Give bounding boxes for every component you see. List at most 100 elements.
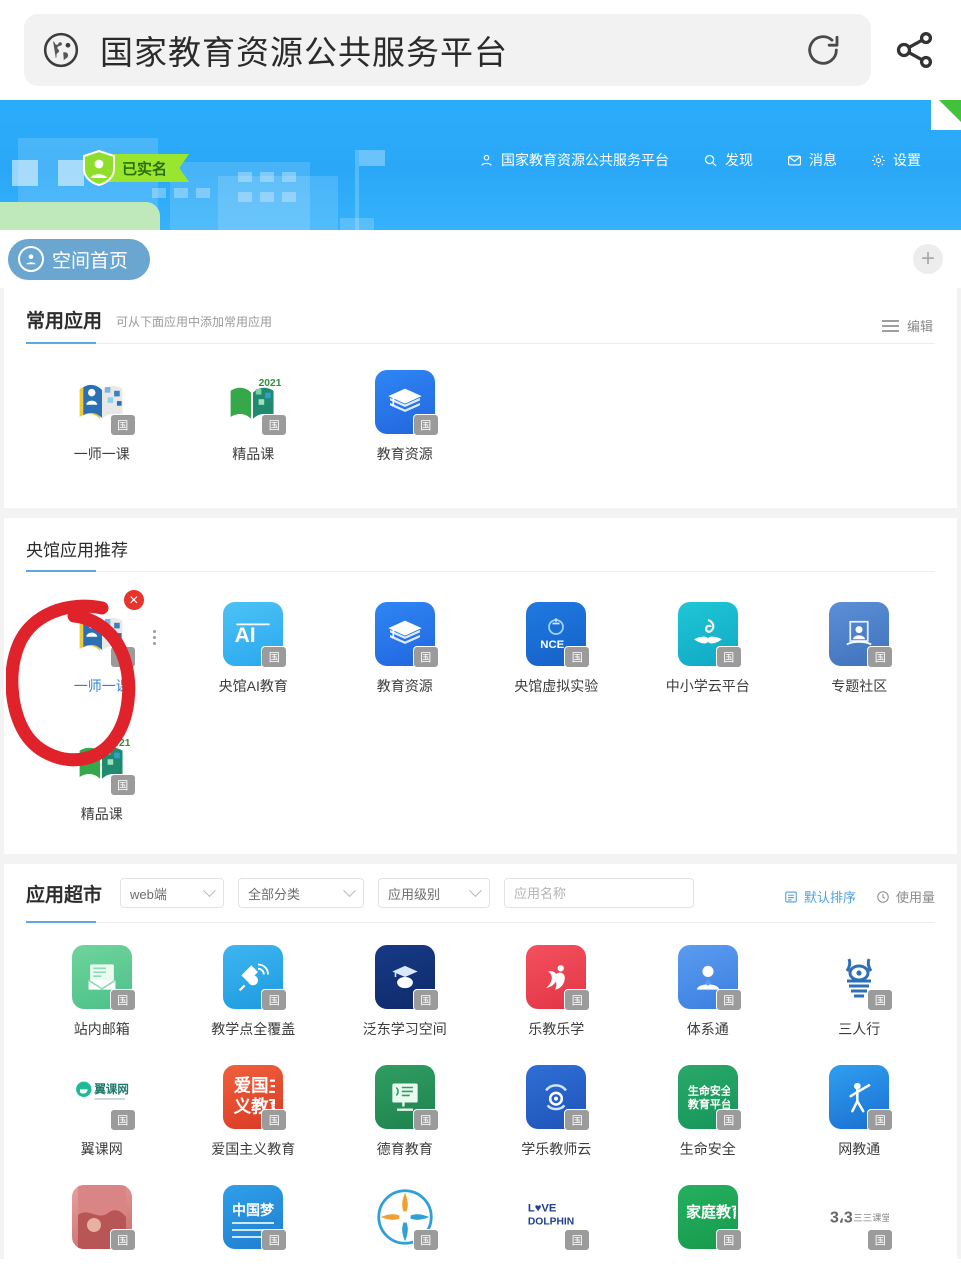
common-apps-title: 常用应用: [26, 311, 103, 332]
national-badge: 国: [867, 989, 894, 1011]
national-badge: 国: [261, 1229, 288, 1251]
app-tile-label: 三人行: [838, 1021, 881, 1037]
app-tile-label: 学乐教师云: [521, 1141, 592, 1157]
national-badge: 国: [564, 646, 591, 668]
app-market-title: 应用超市: [26, 884, 103, 906]
national-badge: 国: [412, 1109, 439, 1131]
app-tile[interactable]: 国: [329, 1185, 481, 1259]
search-input[interactable]: [514, 885, 691, 901]
app-tile-label: 德育教育: [376, 1141, 433, 1157]
svg-text:中国梦: 中国梦: [232, 1202, 275, 1218]
share-icon[interactable]: [893, 28, 937, 72]
national-badge: 国: [715, 989, 742, 1011]
app-tile-label: 爱国主义教育: [211, 1141, 296, 1157]
app-market-grid-row: 国 中国梦 国 国 L♥VE DOLPHIN 国 家庭教 国 3،3 三三课堂 …: [4, 1159, 957, 1259]
svg-text:爱国主: 爱国主: [234, 1076, 275, 1096]
app-tile[interactable]: 中国梦 国: [178, 1185, 330, 1259]
app-tile[interactable]: NCE 国 央馆虚拟实验: [481, 602, 633, 696]
national-badge: 国: [261, 414, 288, 436]
app-tile[interactable]: 国 德育教育: [329, 1065, 481, 1159]
app-tile-label: 央馆AI教育: [218, 678, 288, 694]
nav-item-discover[interactable]: 发现: [703, 150, 753, 170]
edit-common-apps-button[interactable]: 编辑: [881, 316, 933, 335]
national-badge: 国: [412, 1229, 439, 1251]
list-icon: [881, 319, 899, 332]
nav-item-messages[interactable]: 消息: [787, 150, 837, 170]
select-level[interactable]: 应用级别: [378, 878, 491, 908]
verified-badge: 已实名: [82, 149, 190, 187]
tab-space-home[interactable]: 空间首页: [8, 238, 151, 280]
app-tile-label: 精品课: [80, 806, 123, 822]
app-search-box[interactable]: [504, 878, 695, 908]
corner-flag-icon: [931, 100, 961, 130]
app-tile[interactable]: 国 泛东学习空间: [329, 945, 481, 1039]
sort-controls: 默认排序 使用量: [784, 887, 935, 906]
app-tile-label: 教育资源: [376, 678, 433, 694]
app-more-menu-icon[interactable]: [152, 630, 156, 645]
chevron-down-icon: [469, 883, 482, 897]
nav-item-settings[interactable]: 设置: [871, 150, 921, 170]
app-tile[interactable]: 国 教育资源: [329, 370, 481, 464]
app-tile[interactable]: 国 三人行: [784, 945, 936, 1039]
add-tab-button[interactable]: +: [913, 244, 943, 274]
national-badge: 国: [109, 1109, 136, 1131]
message-icon: [788, 155, 801, 165]
national-badge: 国: [109, 1229, 136, 1251]
sort-usage-button[interactable]: 使用量: [876, 887, 935, 906]
app-tile[interactable]: 国 乐教乐学: [481, 945, 633, 1039]
app-tile[interactable]: 家庭教育 国: [632, 1185, 784, 1259]
svg-text:L♥VE: L♥VE: [528, 1202, 557, 1214]
nav-item-platform-label: 国家教育资源公共服务平台: [501, 152, 669, 168]
app-market-filter-bar: 应用超市 web端 全部分类 应用级别 应用名称 默认排序 使用量: [4, 864, 957, 908]
app-tile[interactable]: AI 国 央馆AI教育: [178, 602, 330, 696]
app-tile-label: 翼课网: [80, 1141, 123, 1157]
app-tile[interactable]: L♥VE DOLPHIN 国: [481, 1185, 633, 1259]
nav-item-messages-label: 消息: [809, 152, 837, 168]
app-tile[interactable]: 国 网教通: [784, 1065, 936, 1159]
app-tile[interactable]: 国 学乐教师云: [481, 1065, 633, 1159]
app-tile-label: 一师一课: [73, 446, 130, 462]
app-tile[interactable]: 国 中小学云平台: [632, 602, 784, 696]
app-market-grid-row: 翼课网 国 翼课网 爱国主义教育 国 爱国主义教育 国 德育教育 国: [4, 1039, 957, 1159]
app-tile[interactable]: 2021 国 精品课: [26, 730, 178, 824]
app-tile[interactable]: 国 教育资源: [329, 602, 481, 696]
app-tile-label: 教学点全覆盖: [211, 1021, 296, 1037]
app-tile[interactable]: 国 一师一课: [26, 370, 178, 464]
app-tile[interactable]: 国 教学点全覆盖: [178, 945, 330, 1039]
svg-text:2021: 2021: [107, 738, 129, 749]
national-badge: 国: [261, 989, 288, 1011]
nav-item-platform[interactable]: 国家教育资源公共服务平台: [479, 150, 669, 170]
app-tile[interactable]: 国: [26, 1185, 178, 1259]
app-tile[interactable]: 生命安全 教育平台 国 生命安全: [632, 1065, 784, 1159]
app-tile[interactable]: 国 专题社区: [784, 602, 936, 696]
app-tile[interactable]: 爱国主义教育 国 爱国主义教育: [178, 1065, 330, 1159]
app-tile[interactable]: 国 站内邮箱: [26, 945, 178, 1039]
list-sort-icon: [785, 891, 797, 902]
app-tile-label: 中小学云平台: [665, 678, 750, 694]
remove-app-button[interactable]: ×: [121, 588, 146, 612]
address-bar[interactable]: 国家教育资源公共服务平台: [24, 14, 871, 86]
app-tile[interactable]: 翼课网 国 翼课网: [26, 1065, 178, 1159]
app-tile[interactable]: 2021 国 精品课: [178, 370, 330, 464]
shield-icon: [82, 149, 116, 187]
app-tile-label: 泛东学习空间: [362, 1021, 447, 1037]
user-avatar-icon: [18, 246, 44, 272]
profile-banner: 已实名 国家教育资源公共服务平台 发现 消息 设置: [0, 100, 961, 230]
app-tile[interactable]: 国 体系通: [632, 945, 784, 1039]
app-tile[interactable]: 国 × 一师一课: [26, 588, 178, 696]
sort-default-button[interactable]: 默认排序: [784, 887, 856, 906]
recommended-apps-grid: 国 × 一师一课 AI 国 央馆AI教育 国 教育资源 NCE 国 央馆虚拟实验…: [4, 572, 957, 854]
app-tile-label: 精品课: [232, 446, 275, 462]
national-badge: 国: [109, 989, 136, 1011]
select-category[interactable]: 全部分类: [238, 878, 365, 908]
tab-strip: 空间首页 +: [0, 230, 961, 288]
national-badge: 国: [109, 646, 136, 668]
svg-text:翼课网: 翼课网: [93, 1082, 129, 1096]
reload-icon[interactable]: [803, 30, 843, 70]
app-tile[interactable]: 3،3 三三课堂 国: [784, 1185, 936, 1259]
national-badge: 国: [261, 1109, 288, 1131]
common-apps-card: 常用应用 可从下面应用中添加常用应用 编辑 国 一师一课 2021 国 精品课 …: [4, 288, 957, 508]
user-icon: [481, 154, 492, 166]
common-apps-divider: [26, 342, 935, 344]
select-platform[interactable]: web端: [120, 878, 225, 908]
